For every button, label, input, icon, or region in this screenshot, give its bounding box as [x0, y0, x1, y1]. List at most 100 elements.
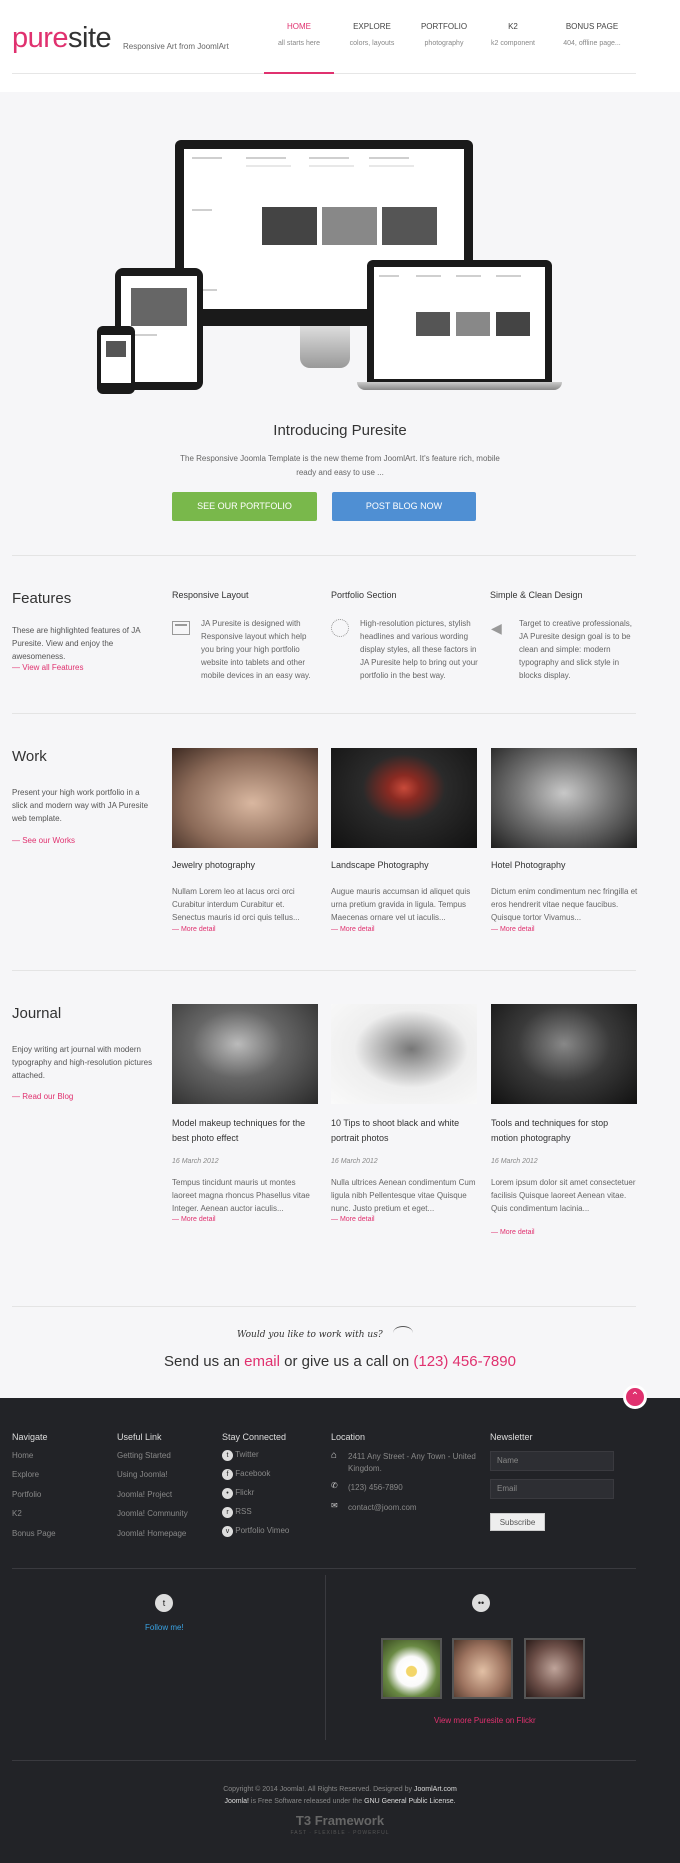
- journal-item-title[interactable]: Tools and techniques for stop motion pho…: [491, 1116, 636, 1146]
- nav-bonus-page[interactable]: BONUS PAGE 404, offline page...: [557, 22, 627, 47]
- macbook-image: [367, 260, 552, 382]
- work-item-title[interactable]: Jewelry photography: [172, 860, 255, 870]
- footer-link[interactable]: Home: [12, 1451, 33, 1460]
- nav-k2[interactable]: K2 k2 component: [478, 22, 548, 47]
- journal-item-text: Lorem ipsum dolor sit amet consectetuer …: [491, 1178, 636, 1213]
- tagline: Responsive Art from JoomlArt: [123, 42, 229, 51]
- more-detail-link[interactable]: — More detail: [172, 926, 216, 933]
- footer-link[interactable]: Getting Started: [117, 1451, 171, 1460]
- footer-heading: Stay Connected: [222, 1432, 287, 1442]
- read-blog-link[interactable]: — Read our Blog: [12, 1092, 73, 1101]
- facebook-link[interactable]: f Facebook: [222, 1469, 270, 1480]
- journal-text: Enjoy writing art journal with modern ty…: [12, 1045, 153, 1080]
- email-link[interactable]: email: [244, 1353, 280, 1370]
- cta-text: Send us an email or give us a call on (1…: [164, 1353, 516, 1370]
- work-item-text: Dictum enim condimentum nec fringilla et…: [491, 887, 638, 922]
- rss-link[interactable]: r RSS: [222, 1507, 252, 1518]
- t3-tagline: FAST · FLEXIBLE · POWERFUL: [290, 1830, 390, 1836]
- logo[interactable]: puresite: [12, 22, 112, 55]
- gpl-link[interactable]: GNU General Public License.: [364, 1798, 455, 1805]
- work-item-title[interactable]: Hotel Photography: [491, 860, 566, 870]
- flickr-thumbnail[interactable]: [452, 1638, 513, 1699]
- journal-title: Journal: [12, 1005, 62, 1022]
- footer-link[interactable]: Joomla! Project: [117, 1490, 172, 1499]
- footer-divider: [12, 1568, 636, 1569]
- journal-item-title[interactable]: 10 Tips to shoot black and white portrai…: [331, 1116, 476, 1146]
- phone-text: (123) 456-7890: [348, 1483, 403, 1492]
- address-text: 2411 Any Street - Any Town - United King…: [348, 1452, 476, 1473]
- twitter-link[interactable]: t Twitter: [222, 1450, 259, 1461]
- copyright-text: Copyright © 2014 Joomla!. All Rights Res…: [223, 1786, 457, 1793]
- see-portfolio-button[interactable]: SEE OUR PORTFOLIO: [172, 492, 317, 521]
- footer-link[interactable]: Explore: [12, 1470, 39, 1479]
- nav-portfolio[interactable]: PORTFOLIO photography: [409, 22, 479, 47]
- intro-title: Introducing Puresite: [273, 422, 407, 439]
- feature-text: JA Puresite is designed with Responsive …: [201, 619, 311, 680]
- footer-link[interactable]: Bonus Page: [12, 1529, 56, 1538]
- more-detail-link[interactable]: — More detail: [172, 1216, 216, 1223]
- more-detail-link[interactable]: — More detail: [491, 926, 535, 933]
- nav-explore[interactable]: EXPLORE colors, layouts: [337, 22, 407, 47]
- hero-devices-image: [95, 138, 620, 400]
- back-to-top-button[interactable]: ⌃: [623, 1385, 647, 1409]
- journal-date: 16 March 2012: [172, 1158, 219, 1165]
- more-detail-link[interactable]: — More detail: [331, 1216, 375, 1223]
- journal-date: 16 March 2012: [491, 1158, 538, 1165]
- hotel-photo[interactable]: [491, 748, 637, 848]
- footer-link[interactable]: K2: [12, 1509, 22, 1518]
- footer-link[interactable]: Using Joomla!: [117, 1470, 168, 1479]
- nav-home[interactable]: HOME all starts here: [264, 22, 334, 47]
- phone-image: [97, 326, 135, 394]
- features-title: Features: [12, 590, 72, 607]
- work-title: Work: [12, 748, 47, 765]
- email-link[interactable]: contact@joom.com: [348, 1503, 417, 1512]
- more-detail-link[interactable]: — More detail: [491, 1229, 535, 1236]
- rss-icon: r: [222, 1507, 233, 1518]
- newsletter-name-input[interactable]: Name: [490, 1451, 614, 1471]
- footer-link[interactable]: Portfolio: [12, 1490, 41, 1499]
- view-features-link[interactable]: — View all Features: [12, 663, 83, 672]
- feature-title: Responsive Layout: [172, 590, 249, 600]
- journal-item-title[interactable]: Model makeup techniques for the best pho…: [172, 1116, 317, 1146]
- journal-date: 16 March 2012: [331, 1158, 378, 1165]
- work-text: Present your high work portfolio in a sl…: [12, 788, 149, 823]
- arrow-icon: [393, 1326, 413, 1340]
- intro-text: The Responsive Joomla Template is the ne…: [180, 454, 500, 477]
- newsletter-email-input[interactable]: Email: [490, 1479, 614, 1499]
- feature-text: High-resolution pictures, stylish headli…: [360, 619, 478, 680]
- twitter-icon[interactable]: t: [155, 1594, 173, 1612]
- footer-heading: Newsletter: [490, 1432, 533, 1442]
- flickr-icon[interactable]: ••: [472, 1594, 490, 1612]
- feature-text: Target to creative professionals, JA Pur…: [519, 619, 632, 680]
- journal-item-text: Tempus tincidunt mauris ut montes laoree…: [172, 1178, 310, 1213]
- footer-link[interactable]: Joomla! Homepage: [117, 1529, 186, 1538]
- work-item-title[interactable]: Landscape Photography: [331, 860, 429, 870]
- flickr-thumbnail[interactable]: [524, 1638, 585, 1699]
- footer-link[interactable]: Joomla! Community: [117, 1509, 188, 1518]
- portfolio-icon: [331, 619, 349, 637]
- post-blog-button[interactable]: POST BLOG NOW: [332, 492, 476, 521]
- flickr-link[interactable]: • Flickr: [222, 1488, 254, 1499]
- footer-divider: [12, 1760, 636, 1761]
- jewelry-photo[interactable]: [172, 748, 318, 848]
- journal-photo[interactable]: [331, 1004, 477, 1104]
- journal-photo[interactable]: [172, 1004, 318, 1104]
- phone-icon: ✆: [331, 1481, 338, 1490]
- features-text: These are highlighted features of JA Pur…: [12, 626, 141, 661]
- flickr-more-link[interactable]: View more Puresite on Flickr: [434, 1716, 536, 1725]
- divider: [12, 1306, 636, 1307]
- landscape-photo[interactable]: [331, 748, 477, 848]
- vimeo-link[interactable]: v Portfolio Vimeo: [222, 1526, 289, 1537]
- t3-framework-logo[interactable]: T3 Framework: [0, 1813, 680, 1828]
- joomlart-link[interactable]: JoomlArt.com: [414, 1786, 457, 1793]
- phone-link[interactable]: (123) 456-7890: [413, 1353, 516, 1370]
- journal-photo[interactable]: [491, 1004, 637, 1104]
- license-text: Joomla! is Free Software released under …: [224, 1798, 456, 1805]
- follow-me-link[interactable]: Follow me!: [145, 1623, 184, 1632]
- twitter-icon: t: [222, 1450, 233, 1461]
- subscribe-button[interactable]: Subscribe: [490, 1513, 545, 1531]
- feature-title: Portfolio Section: [331, 590, 397, 600]
- see-works-link[interactable]: — See our Works: [12, 836, 75, 845]
- flickr-thumbnail[interactable]: [381, 1638, 442, 1699]
- more-detail-link[interactable]: — More detail: [331, 926, 375, 933]
